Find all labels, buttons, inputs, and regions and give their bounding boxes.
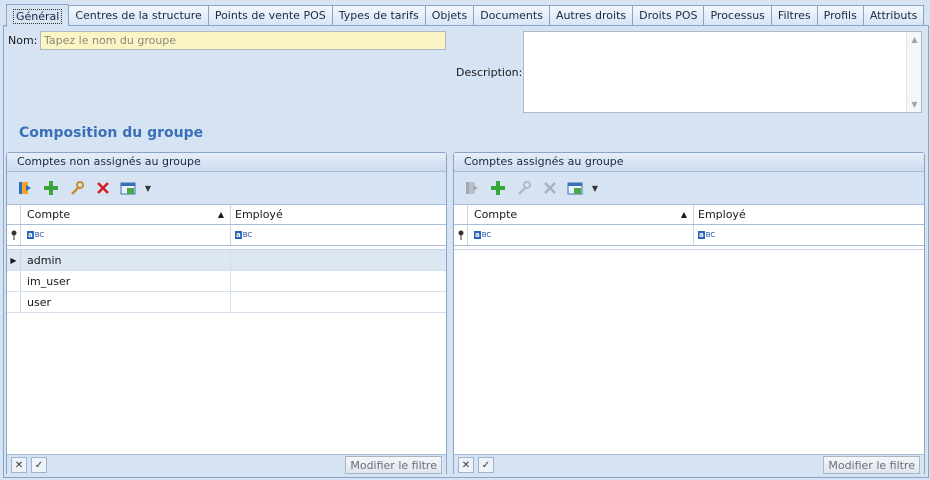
delete-icon[interactable]: [538, 177, 562, 199]
description-field[interactable]: ▲ ▼: [523, 31, 922, 113]
cell-employe: [231, 250, 446, 270]
column-label: Compte: [474, 208, 518, 221]
grid-footer: ✕ ✓ Modifier le filtre: [7, 454, 446, 475]
add-icon[interactable]: [39, 177, 63, 199]
grid-header: Compte ▲ Employé: [454, 205, 924, 225]
add-icon[interactable]: [486, 177, 510, 199]
filter-pin-icon: [454, 225, 468, 245]
cell-employe: [231, 292, 446, 312]
tab-bar: Général Centres de la structure Points d…: [6, 4, 925, 27]
modify-filter-button[interactable]: Modifier le filtre: [823, 456, 920, 474]
cell-compte: admin: [21, 250, 231, 270]
description-scrollbar[interactable]: ▲ ▼: [906, 32, 921, 112]
tab-centres-structure[interactable]: Centres de la structure: [68, 5, 208, 26]
tab-autres-droits[interactable]: Autres droits: [548, 5, 633, 26]
unassigned-accounts-panel: Comptes non assignés au groupe ▼ Compte …: [6, 152, 447, 475]
table-row[interactable]: im_user: [7, 271, 446, 292]
sort-ascending-icon: ▲: [217, 210, 224, 219]
name-input[interactable]: [40, 31, 446, 50]
view-options-icon[interactable]: [564, 177, 588, 199]
name-label: Nom:: [8, 34, 38, 47]
filter-cell-compte[interactable]: a BC: [21, 225, 231, 245]
modify-filter-button[interactable]: Modifier le filtre: [345, 456, 442, 474]
header-indicator: [7, 205, 21, 224]
row-indicator: [7, 271, 21, 291]
filter-cell-compte[interactable]: a BC: [468, 225, 694, 245]
tab-types-de-tarifs[interactable]: Types de tarifs: [331, 5, 425, 26]
row-indicator-icon: ▶: [7, 250, 21, 270]
tab-objets[interactable]: Objets: [424, 5, 474, 26]
scroll-down-icon[interactable]: ▼: [907, 100, 922, 109]
text-filter-text: BC: [481, 231, 492, 239]
filter-row: a BC a BC: [454, 225, 924, 246]
scroll-up-icon[interactable]: ▲: [907, 35, 922, 44]
tab-filtres[interactable]: Filtres: [770, 5, 817, 26]
text-filter-prefix: a: [474, 231, 481, 239]
assigned-accounts-panel: Comptes assignés au groupe ▼ Compte ▲ Em…: [453, 152, 925, 475]
filter-row: a BC a BC: [7, 225, 446, 246]
description-label: Description:: [456, 66, 523, 79]
filter-cell-employe[interactable]: a BC: [231, 225, 446, 245]
column-header-employe[interactable]: Employé: [694, 205, 924, 224]
grid-footer: ✕ ✓ Modifier le filtre: [454, 454, 924, 475]
edit-wrench-icon[interactable]: [512, 177, 536, 199]
table-row[interactable]: user: [7, 292, 446, 313]
text-filter-text: BC: [242, 231, 253, 239]
clear-filter-icon[interactable]: ✕: [458, 457, 474, 473]
assign-to-group-icon[interactable]: [13, 177, 37, 199]
filter-cell-employe[interactable]: a BC: [694, 225, 924, 245]
tab-attributs[interactable]: Attributs: [862, 5, 925, 26]
chevron-down-icon[interactable]: ▼: [590, 177, 600, 199]
tab-general[interactable]: Général: [6, 4, 69, 27]
filter-pin-icon: [7, 225, 21, 245]
tab-droits-pos[interactable]: Droits POS: [632, 5, 704, 26]
header-indicator: [454, 205, 468, 224]
tab-label: Général: [13, 8, 63, 24]
tab-points-de-vente-pos[interactable]: Points de vente POS: [207, 5, 332, 26]
unassign-from-group-icon[interactable]: [460, 177, 484, 199]
cell-compte: user: [21, 292, 231, 312]
column-header-compte[interactable]: Compte ▲: [21, 205, 231, 224]
text-filter-prefix: a: [27, 231, 34, 239]
row-indicator: [7, 292, 21, 312]
tab-processus[interactable]: Processus: [703, 5, 771, 26]
grid-spacer: [454, 246, 924, 250]
enable-filter-checkbox[interactable]: ✓: [31, 457, 47, 473]
text-filter-text: BC: [705, 231, 716, 239]
column-header-employe[interactable]: Employé: [231, 205, 446, 224]
panel-title: Comptes non assignés au groupe: [7, 153, 446, 172]
grid-header: Compte ▲ Employé: [7, 205, 446, 225]
column-header-compte[interactable]: Compte ▲: [468, 205, 694, 224]
table-row[interactable]: ▶ admin: [7, 250, 446, 271]
text-filter-prefix: a: [235, 231, 242, 239]
view-options-icon[interactable]: [117, 177, 141, 199]
tab-documents[interactable]: Documents: [473, 5, 549, 26]
text-filter-icon: a BC: [698, 231, 715, 239]
delete-icon[interactable]: [91, 177, 115, 199]
text-filter-text: BC: [34, 231, 45, 239]
cell-compte: im_user: [21, 271, 231, 291]
text-filter-icon: a BC: [235, 231, 252, 239]
accounts-grid: Compte ▲ Employé a BC a BC ▶ admin im_user…: [7, 205, 446, 454]
sort-ascending-icon: ▲: [680, 210, 687, 219]
chevron-down-icon[interactable]: ▼: [143, 177, 153, 199]
tab-profils[interactable]: Profils: [816, 5, 863, 26]
toolbar: ▼: [7, 172, 446, 205]
toolbar: ▼: [454, 172, 924, 205]
cell-employe: [231, 271, 446, 291]
panel-title: Comptes assignés au groupe: [454, 153, 924, 172]
clear-filter-icon[interactable]: ✕: [11, 457, 27, 473]
column-label: Compte: [27, 208, 71, 221]
section-title: Composition du groupe: [19, 125, 204, 141]
enable-filter-checkbox[interactable]: ✓: [478, 457, 494, 473]
text-filter-icon: a BC: [27, 231, 44, 239]
accounts-grid: Compte ▲ Employé a BC a BC: [454, 205, 924, 454]
text-filter-prefix: a: [698, 231, 705, 239]
edit-wrench-icon[interactable]: [65, 177, 89, 199]
text-filter-icon: a BC: [474, 231, 491, 239]
